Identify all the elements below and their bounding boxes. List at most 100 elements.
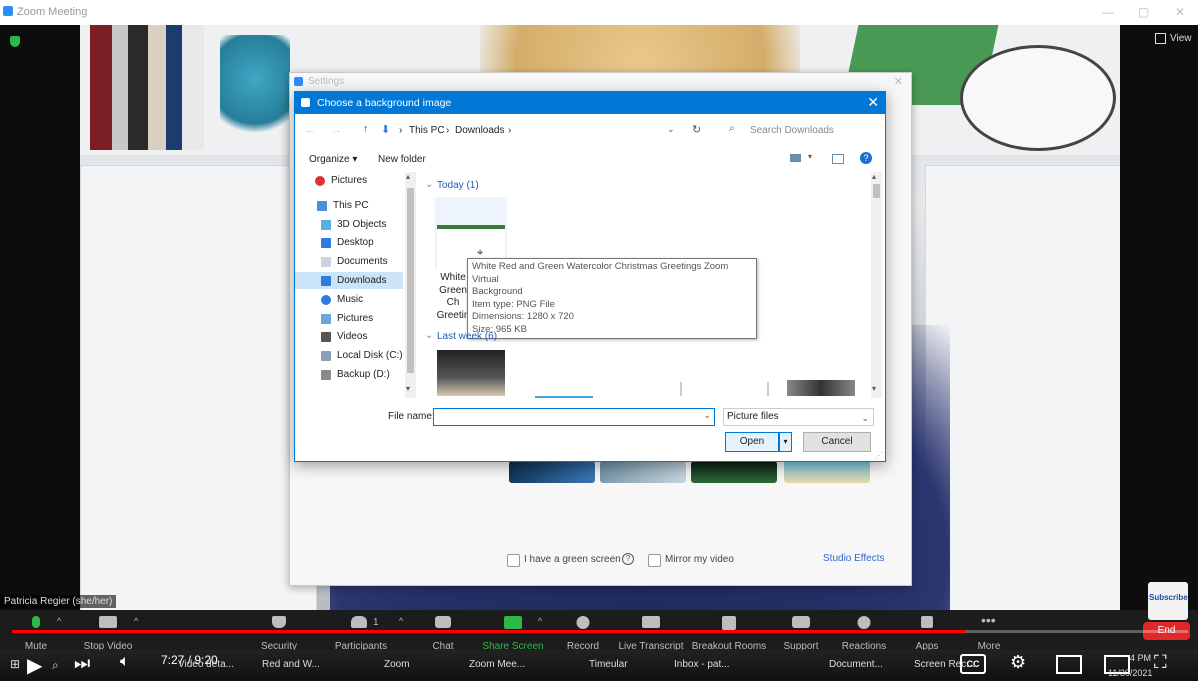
view-dropdown-icon[interactable]: ▾ <box>808 152 812 161</box>
background-thumbnail[interactable] <box>691 461 777 483</box>
miniplayer-icon[interactable] <box>1056 655 1082 674</box>
player-controls: ⊞ ▶ ⌕ ⏭ 🔈︎ 7:27 / 9:20 Video deta... Red… <box>0 650 1198 681</box>
breakout-rooms-icon[interactable] <box>722 616 736 630</box>
taskbar-item[interactable]: Document... <box>829 659 883 670</box>
help-icon[interactable]: ? <box>860 152 872 164</box>
scroll-down-icon[interactable]: ▾ <box>872 384 876 393</box>
volume-icon[interactable]: 🔈︎ <box>120 653 130 671</box>
studio-effects-link[interactable]: Studio Effects <box>823 553 885 564</box>
settings-gear-icon[interactable]: ⚙ <box>1010 652 1026 673</box>
up-icon[interactable]: ↑ <box>363 123 369 135</box>
back-icon[interactable]: ← <box>305 124 316 136</box>
support-icon[interactable] <box>792 616 810 628</box>
resize-grip-icon[interactable]: ⋰ <box>875 451 883 460</box>
nav-item[interactable]: Backup (D:) <box>321 366 390 383</box>
captions-icon[interactable] <box>642 616 660 628</box>
record-icon[interactable] <box>576 616 590 629</box>
help-icon[interactable]: ? <box>622 553 634 565</box>
preview-pane-icon[interactable] <box>832 154 844 164</box>
close-icon[interactable]: ✕ <box>1175 5 1185 19</box>
group-expand-icon[interactable]: ⌄ <box>425 330 433 341</box>
video-progress-bar[interactable] <box>12 630 1188 633</box>
nav-item[interactable]: Downloads <box>295 272 403 289</box>
chevron-up-icon[interactable]: ^ <box>399 616 403 626</box>
shield-icon[interactable] <box>272 616 286 628</box>
file-type-select[interactable]: Picture files ⌄ <box>723 408 874 426</box>
file-thumbnail[interactable] <box>787 380 855 396</box>
maximize-icon[interactable]: ▢ <box>1138 5 1149 19</box>
chevron-up-icon[interactable]: ^ <box>538 616 542 626</box>
chat-icon[interactable] <box>435 616 451 628</box>
participants-icon[interactable] <box>351 616 367 628</box>
windows-start-icon[interactable]: ⊞ <box>10 657 20 671</box>
background-thumbnail[interactable] <box>784 461 870 483</box>
organize-button[interactable]: Organize ▾ <box>309 154 357 165</box>
breadcrumb-item[interactable]: Downloads <box>455 125 504 136</box>
taskbar-item[interactable]: Inbox - pat... <box>674 659 730 670</box>
nav-item[interactable]: This PC <box>317 197 369 214</box>
video-camera-icon[interactable] <box>99 616 117 628</box>
scroll-down-icon[interactable]: ▾ <box>406 384 410 393</box>
dialog-close-icon[interactable]: ✕ <box>867 94 879 111</box>
taskbar-item[interactable]: Zoom Mee... <box>469 659 525 670</box>
view-options-icon[interactable] <box>790 154 801 162</box>
taskbar-item[interactable]: Timeular <box>589 659 628 670</box>
background-thumbnail[interactable] <box>600 461 686 483</box>
chevron-up-icon[interactable]: ^ <box>134 616 138 626</box>
nav-item[interactable]: Pictures <box>315 172 367 189</box>
nav-scrollbar[interactable]: ▴ ▾ <box>405 172 416 398</box>
fullscreen-icon[interactable]: ⛶ <box>1154 652 1167 673</box>
chevron-down-icon[interactable]: ⌄ <box>703 410 711 421</box>
file-scroll-thumb[interactable] <box>873 184 880 198</box>
group-header-last-week[interactable]: Last week (6) <box>437 331 497 342</box>
nav-item[interactable]: Pictures <box>321 310 373 327</box>
refresh-icon[interactable]: ↻ <box>692 123 701 136</box>
nav-item[interactable]: Documents <box>321 253 388 270</box>
taskbar-search-icon[interactable]: ⌕ <box>52 658 59 673</box>
search-box[interactable]: ⌕ Search Downloads <box>727 120 877 140</box>
play-icon[interactable]: ▶ <box>27 653 42 678</box>
file-thumbnail[interactable] <box>535 380 593 398</box>
file-scrollbar[interactable]: ▴ ▾ <box>871 172 882 398</box>
address-dropdown-icon[interactable]: ⌄ <box>667 124 675 135</box>
captions-icon[interactable]: CC <box>960 654 986 674</box>
nav-scroll-thumb[interactable] <box>407 188 414 373</box>
subscribe-badge[interactable]: Subscribe <box>1148 582 1188 620</box>
file-name-input[interactable]: ⌄ <box>433 408 715 426</box>
scroll-up-icon[interactable]: ▴ <box>406 172 410 181</box>
green-screen-label: I have a green screen <box>524 554 621 565</box>
nav-item[interactable]: 3D Objects <box>321 216 386 233</box>
file-thumbnail[interactable] <box>767 382 769 396</box>
taskbar-item[interactable]: Zoom <box>384 659 410 670</box>
group-expand-icon[interactable]: ⌄ <box>425 179 433 190</box>
open-button[interactable]: Open <box>725 432 779 452</box>
apps-icon[interactable] <box>921 616 933 628</box>
group-header-today[interactable]: Today (1) <box>437 180 479 191</box>
green-screen-checkbox[interactable] <box>507 554 520 567</box>
mirror-video-checkbox[interactable] <box>648 554 661 567</box>
forward-icon[interactable]: → <box>331 124 342 136</box>
file-thumbnail[interactable] <box>680 382 682 396</box>
microphone-icon[interactable] <box>32 616 40 628</box>
file-thumbnail[interactable] <box>437 350 505 396</box>
nav-item[interactable]: Videos <box>321 328 367 345</box>
next-icon[interactable]: ⏭ <box>74 653 90 674</box>
nav-item[interactable]: Music <box>321 291 363 308</box>
settings-close-icon[interactable]: ✕ <box>894 75 903 88</box>
reactions-icon[interactable] <box>857 616 871 629</box>
breadcrumb-item[interactable]: This PC <box>409 125 445 136</box>
minimize-icon[interactable]: — <box>1102 5 1114 19</box>
new-folder-button[interactable]: New folder <box>378 154 426 165</box>
taskbar-item[interactable]: Red and W... <box>262 659 320 670</box>
open-dropdown-button[interactable]: ▾ <box>779 432 792 452</box>
share-screen-icon[interactable] <box>504 616 522 629</box>
scroll-up-icon[interactable]: ▴ <box>872 172 876 181</box>
nav-item[interactable]: Desktop <box>321 234 374 251</box>
chevron-up-icon[interactable]: ^ <box>57 616 61 626</box>
taskbar-item[interactable]: Video deta... <box>178 659 234 670</box>
view-button[interactable]: View <box>1155 33 1192 44</box>
more-dots-icon[interactable]: ••• <box>981 612 996 628</box>
cancel-button[interactable]: Cancel <box>803 432 871 452</box>
nav-item[interactable]: Local Disk (C:) <box>321 347 403 364</box>
background-thumbnail[interactable] <box>509 461 595 483</box>
